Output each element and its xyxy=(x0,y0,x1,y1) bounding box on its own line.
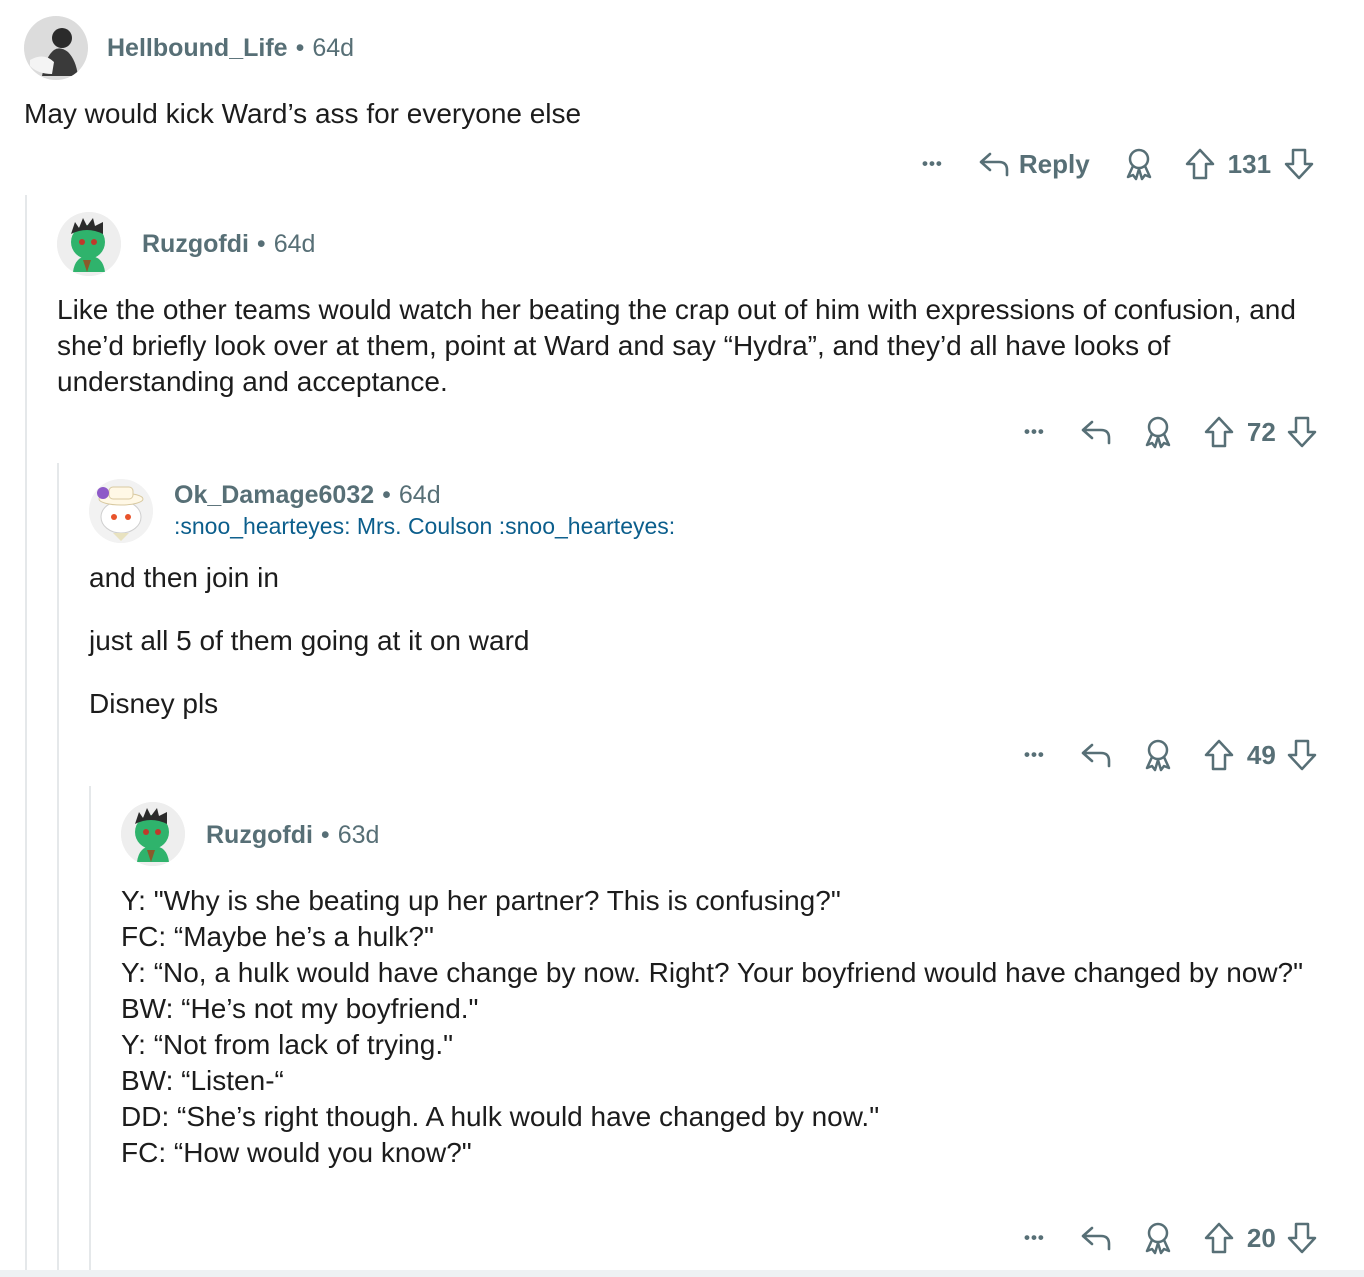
more-icon: ••• xyxy=(1024,745,1045,764)
award-button[interactable] xyxy=(1143,415,1173,449)
comment-body: Y: "Why is she beating up her partner? T… xyxy=(121,883,1346,1171)
thread-line-level-1[interactable] xyxy=(25,195,27,1270)
comment-line: DD: “She’s right though. A hulk would ha… xyxy=(121,1101,880,1132)
avatar[interactable] xyxy=(24,16,88,80)
reply-button[interactable] xyxy=(1079,417,1113,447)
reply-icon xyxy=(1081,420,1111,445)
comment-paragraph: May would kick Ward’s ass for everyone e… xyxy=(24,98,582,129)
award-button[interactable] xyxy=(1143,738,1173,772)
comment-body: May would kick Ward’s ass for everyone e… xyxy=(24,96,1344,132)
downvote-button[interactable] xyxy=(1286,738,1318,772)
award-button[interactable] xyxy=(1124,147,1154,181)
upvote-button[interactable] xyxy=(1184,147,1216,181)
more-button[interactable]: ••• xyxy=(1024,745,1045,765)
downvote-icon xyxy=(1287,1222,1317,1254)
award-icon xyxy=(1126,148,1151,181)
meta-separator: • xyxy=(295,34,305,62)
username[interactable]: Ruzgofdi xyxy=(206,821,313,849)
thread-line-level-2[interactable] xyxy=(57,463,59,1270)
comment-age[interactable]: 63d xyxy=(338,821,380,849)
comment-line: BW: “Listen-“ xyxy=(121,1065,284,1096)
reply-button[interactable] xyxy=(1079,740,1113,770)
vote-score: 20 xyxy=(1246,1222,1276,1253)
reply-icon xyxy=(1081,743,1111,768)
comment-body: and then join in just all 5 of them goin… xyxy=(89,560,1329,722)
comment-meta: Ruzgofdi • 64d xyxy=(142,230,315,259)
comment-actions: ••• 49 xyxy=(1024,735,1318,775)
upvote-icon xyxy=(1204,416,1234,448)
meta-separator: • xyxy=(382,481,391,509)
downvote-button[interactable] xyxy=(1286,415,1318,449)
thread-line-level-3[interactable] xyxy=(89,786,91,1270)
upvote-icon xyxy=(1204,739,1234,771)
comment-line: FC: “How would you know?" xyxy=(121,1137,472,1168)
comment-paragraph: Disney pls xyxy=(89,688,219,719)
comment-body: Like the other teams would watch her bea… xyxy=(57,292,1332,400)
comment-paragraph: just all 5 of them going at it on ward xyxy=(89,625,530,656)
reply-label: Reply xyxy=(1018,148,1090,179)
downvote-icon xyxy=(1287,416,1317,448)
upvote-button[interactable] xyxy=(1203,415,1235,449)
award-button[interactable] xyxy=(1143,1221,1173,1255)
upvote-button[interactable] xyxy=(1203,1221,1235,1255)
reply-button[interactable]: Reply xyxy=(977,149,1090,180)
meta-separator: • xyxy=(320,821,330,849)
avatar[interactable] xyxy=(89,479,153,543)
vote-score: 131 xyxy=(1227,148,1272,179)
comment-paragraph: and then join in xyxy=(89,562,279,593)
downvote-button[interactable] xyxy=(1283,147,1315,181)
avatar[interactable] xyxy=(121,802,185,866)
reply-icon xyxy=(1081,1226,1111,1251)
award-icon xyxy=(1145,1222,1171,1255)
comment-line: Y: "Why is she beating up her partner? T… xyxy=(121,885,841,916)
username[interactable]: Ok_Damage6032 xyxy=(174,481,374,509)
reply-button[interactable] xyxy=(1079,1223,1113,1253)
upvote-icon xyxy=(1185,148,1214,180)
comment-age[interactable]: 64d xyxy=(312,34,354,62)
user-flair: :snoo_hearteyes: Mrs. Coulson :snoo_hear… xyxy=(174,513,676,539)
comment-line: BW: “He’s not my boyfriend." xyxy=(121,993,479,1024)
comment-age[interactable]: 64d xyxy=(399,481,441,509)
upvote-icon xyxy=(1204,1222,1234,1254)
award-icon xyxy=(1145,416,1171,449)
downvote-button[interactable] xyxy=(1286,1221,1318,1255)
more-icon: ••• xyxy=(922,154,943,173)
bottom-divider xyxy=(0,1270,1364,1277)
avatar[interactable] xyxy=(57,212,121,276)
vote-score: 49 xyxy=(1246,739,1276,770)
downvote-icon xyxy=(1287,739,1317,771)
meta-separator: • xyxy=(256,230,266,258)
more-button[interactable]: ••• xyxy=(1024,1228,1045,1248)
comment-actions: ••• 20 xyxy=(1024,1218,1318,1258)
comment-line: Y: “Not from lack of trying." xyxy=(121,1029,454,1060)
comment-meta: Ruzgofdi • 63d xyxy=(206,821,379,850)
vote-score: 72 xyxy=(1246,416,1276,447)
comment-line: Y: “No, a hulk would have change by now.… xyxy=(121,957,1304,988)
comment-line: FC: “Maybe he’s a hulk?" xyxy=(121,921,434,952)
more-button[interactable]: ••• xyxy=(922,154,943,174)
comment-actions: ••• Reply 131 xyxy=(922,144,1315,184)
comment-actions: ••• 72 xyxy=(1024,412,1318,452)
username[interactable]: Ruzgofdi xyxy=(142,230,249,258)
username[interactable]: Hellbound_Life xyxy=(107,34,288,62)
more-icon: ••• xyxy=(1024,1228,1045,1247)
comment-meta: Ok_Damage6032 • 64d xyxy=(174,481,441,510)
comment-age[interactable]: 64d xyxy=(274,230,316,258)
more-button[interactable]: ••• xyxy=(1024,422,1045,442)
upvote-button[interactable] xyxy=(1203,738,1235,772)
reply-icon xyxy=(979,152,1009,177)
comment-paragraph: Like the other teams would watch her bea… xyxy=(57,294,1296,397)
comment-meta: Hellbound_Life • 64d xyxy=(107,34,354,63)
downvote-icon xyxy=(1284,148,1314,180)
award-icon xyxy=(1145,739,1171,772)
more-icon: ••• xyxy=(1024,422,1045,441)
